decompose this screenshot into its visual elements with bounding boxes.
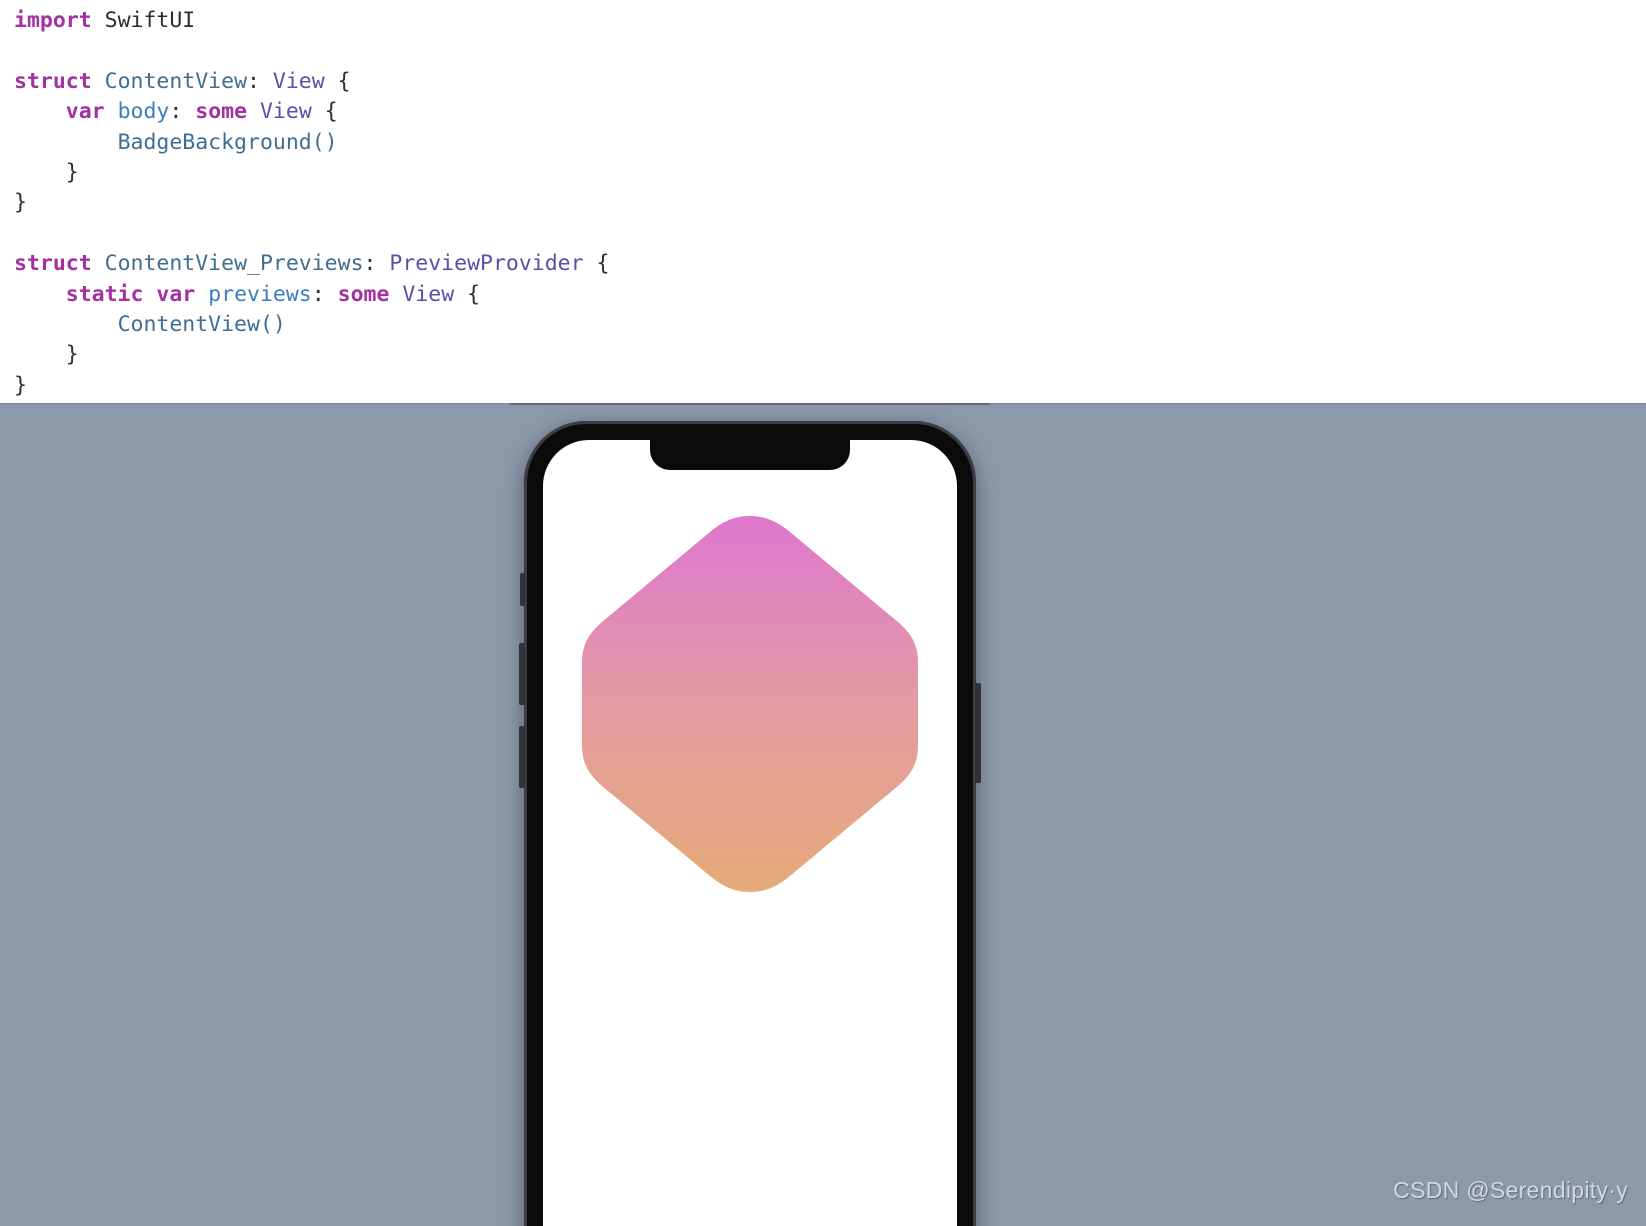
power-button[interactable] (975, 683, 981, 783)
code-token: } (14, 372, 27, 398)
code-token: ContentView_Previews (104, 251, 364, 277)
code-token: ContentView (117, 312, 260, 338)
code-token: : (311, 281, 338, 307)
screenshot-root: import SwiftUI struct ContentView: View … (0, 0, 1646, 1226)
silence-switch[interactable] (520, 573, 525, 606)
code-token: SwiftUI (104, 8, 196, 33)
code-line[interactable]: static var previews: some View { (14, 280, 1646, 310)
code-line[interactable] (14, 219, 1646, 249)
code-line[interactable]: BadgeBackground() (14, 128, 1646, 158)
code-token: () (259, 312, 286, 338)
code-token: View (272, 68, 325, 94)
code-line[interactable]: } (14, 188, 1646, 218)
code-line[interactable]: } (14, 371, 1646, 401)
code-line[interactable]: } (14, 158, 1646, 188)
code-token: struct (14, 251, 92, 277)
code-line[interactable]: var body: some View { (14, 97, 1646, 127)
code-token: : (169, 99, 196, 125)
iphone-device-frame[interactable] (519, 421, 981, 1226)
code-token: ContentView (104, 68, 248, 94)
code-token: View (259, 99, 312, 125)
code-editor-pane[interactable]: import SwiftUI struct ContentView: View … (0, 0, 1646, 403)
code-token: some (337, 281, 390, 307)
code-token: () (311, 129, 338, 155)
code-token: } (65, 160, 79, 186)
code-token: { (583, 251, 610, 277)
code-token: : (363, 251, 390, 277)
volume-down-button[interactable] (519, 726, 525, 788)
code-token: { (311, 99, 338, 125)
code-token: } (14, 190, 27, 216)
code-token: body (117, 99, 170, 125)
code-token: previews (208, 281, 312, 307)
code-line[interactable]: ContentView() (14, 310, 1646, 340)
code-token: static (65, 281, 144, 307)
code-token: var (156, 281, 196, 307)
code-line[interactable]: import SwiftUI (14, 6, 1646, 36)
preview-canvas[interactable]: CSDN @Serendipity·y (0, 403, 1646, 1226)
code-token: { (324, 68, 351, 94)
code-token: : (247, 68, 273, 94)
device-screen[interactable] (543, 440, 957, 1226)
code-token: } (65, 342, 79, 368)
code-token: var (65, 99, 105, 125)
code-token: { (454, 281, 481, 307)
volume-up-button[interactable] (519, 643, 525, 705)
code-line[interactable]: struct ContentView_Previews: PreviewProv… (14, 249, 1646, 279)
code-token: BadgeBackground (117, 129, 312, 155)
device-shadow-band (510, 403, 990, 405)
code-token: some (195, 99, 248, 125)
code-token: View (402, 281, 455, 307)
badge-background-shape (580, 510, 920, 902)
code-token: PreviewProvider (389, 251, 584, 277)
code-token: struct (14, 68, 92, 94)
csdn-watermark: CSDN @Serendipity·y (1393, 1177, 1628, 1203)
code-line[interactable] (14, 36, 1646, 66)
code-lines-container[interactable]: import SwiftUI struct ContentView: View … (14, 6, 1646, 401)
code-line[interactable]: } (14, 340, 1646, 370)
code-token: import (14, 8, 92, 33)
notch (650, 440, 850, 470)
badge-path (582, 516, 918, 892)
code-line[interactable]: struct ContentView: View { (14, 67, 1646, 97)
